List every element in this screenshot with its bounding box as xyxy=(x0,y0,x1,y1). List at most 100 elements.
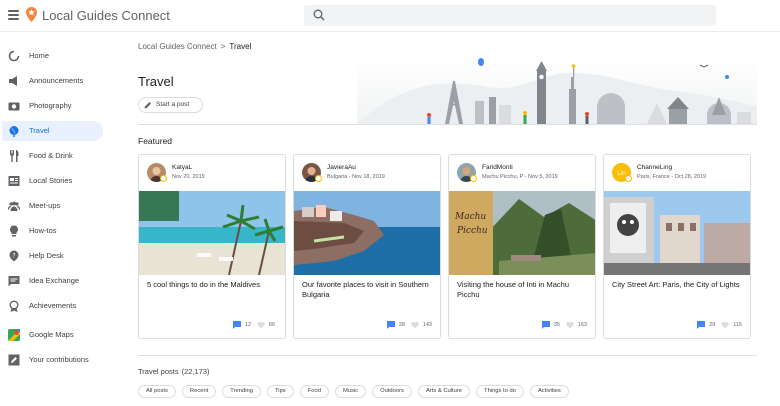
start-post-button[interactable]: Start a post xyxy=(138,97,203,113)
featured-card[interactable]: Lin ChanneLing Paris, France - Oct 28, 2… xyxy=(603,154,751,339)
heart-icon[interactable] xyxy=(721,321,729,329)
card-stats: 35 163 xyxy=(541,320,587,330)
sidebar-item-how-tos[interactable]: How-tos xyxy=(2,221,103,241)
travel-banner-illustration xyxy=(357,57,757,124)
sidebar-item-label: Achievements xyxy=(29,301,77,310)
sidebar-item-home[interactable]: Home xyxy=(2,46,103,66)
card-title[interactable]: Our favorite places to visit in Southern… xyxy=(302,280,434,300)
edit-icon xyxy=(8,354,20,366)
card-author[interactable]: JavieraAu xyxy=(327,164,356,171)
featured-card[interactable]: FaridMonti Machu Picchu, P - Nov 5, 2019… xyxy=(448,154,596,339)
filter-chip-things-to-do[interactable]: Things to do xyxy=(476,385,524,398)
comment-icon[interactable] xyxy=(233,321,241,329)
home-icon xyxy=(8,50,20,62)
featured-card[interactable]: KatyaL Nov 20, 2019 5 cool things to do … xyxy=(138,154,286,339)
maps-icon xyxy=(8,329,20,341)
sidebar-item-label: Food & Drink xyxy=(29,151,73,160)
card-meta: Machu Picchu, P - Nov 5, 2019 xyxy=(482,174,558,180)
card-stats: 28 143 xyxy=(386,320,432,330)
travel-posts-count: (22,173) xyxy=(181,367,210,376)
card-author[interactable]: ChanneLing xyxy=(637,164,672,171)
sidebar-item-your-contributions[interactable]: Your contributions xyxy=(2,350,103,370)
card-author[interactable]: KatyaL xyxy=(172,164,192,171)
level-badge-icon xyxy=(160,175,167,182)
sidebar-item-label: Photography xyxy=(29,101,72,110)
sidebar-item-announcements[interactable]: Announcements xyxy=(2,71,103,91)
sidebar-item-label: Meet-ups xyxy=(29,201,61,210)
search-icon[interactable] xyxy=(313,9,325,21)
comment-icon[interactable] xyxy=(697,321,706,329)
filter-chip-tips[interactable]: Tips xyxy=(266,385,294,398)
filter-chip-music[interactable]: Music xyxy=(334,385,367,398)
sidebar-item-google-maps[interactable]: Google Maps xyxy=(2,325,103,345)
camera-icon xyxy=(8,102,20,111)
card-meta: Bulgaria - Nov 18, 2019 xyxy=(327,174,385,180)
card-photo[interactable] xyxy=(294,191,441,275)
svg-text:Machu: Machu xyxy=(454,212,486,222)
breadcrumb-separator: > xyxy=(220,42,226,51)
start-post-label: Start a post xyxy=(156,101,190,108)
featured-heading: Featured xyxy=(138,136,173,146)
comment-icon[interactable] xyxy=(386,321,395,329)
card-meta: Nov 20, 2019 xyxy=(172,174,205,180)
badge-icon xyxy=(9,300,19,312)
card-photo[interactable] xyxy=(139,191,286,275)
sidebar-item-photography[interactable]: Photography xyxy=(2,96,103,116)
menu-icon[interactable] xyxy=(8,10,19,20)
comment-count: 28 xyxy=(398,322,405,328)
sidebar-item-label: How-tos xyxy=(29,226,57,235)
level-badge-icon xyxy=(625,175,632,182)
pencil-icon xyxy=(144,102,151,109)
card-title[interactable]: Visiting the house of Inti in Machu Picc… xyxy=(457,280,589,300)
filter-chip-trending[interactable]: Trending xyxy=(222,385,261,398)
sidebar-item-local-stories[interactable]: Local Stories xyxy=(2,171,103,191)
comment-count: 12 xyxy=(245,322,252,328)
level-badge-icon xyxy=(315,175,322,182)
svg-text:?: ? xyxy=(12,252,15,259)
divider xyxy=(138,355,757,356)
card-title[interactable]: 5 cool things to do in the Maldives xyxy=(147,280,279,290)
featured-card[interactable]: JavieraAu Bulgaria - Nov 18, 2019 Our fa… xyxy=(293,154,441,339)
filter-chip-recent[interactable]: Recent xyxy=(181,385,217,398)
heart-icon[interactable] xyxy=(411,321,419,329)
card-stats: 29 115 xyxy=(697,320,742,330)
filter-chip-activities[interactable]: Activities xyxy=(529,385,569,398)
comment-count: 29 xyxy=(709,322,716,328)
sidebar-item-label: Your contributions xyxy=(29,355,89,364)
comment-count: 35 xyxy=(553,322,560,328)
sidebar-item-meet-ups[interactable]: Meet-ups xyxy=(2,196,103,216)
sidebar-item-help-desk[interactable]: ? Help Desk xyxy=(2,246,103,266)
heart-icon[interactable] xyxy=(257,321,265,329)
sidebar-item-label: Travel xyxy=(29,126,50,135)
card-title[interactable]: City Street Art: Paris, the City of Ligh… xyxy=(612,280,744,290)
comment-icon[interactable] xyxy=(541,321,550,329)
app-title[interactable]: Local Guides Connect xyxy=(42,8,170,23)
lightbulb-icon xyxy=(10,225,18,237)
megaphone-icon xyxy=(9,76,17,86)
svg-text:Picchu: Picchu xyxy=(456,226,488,236)
sidebar-item-label: Local Stories xyxy=(29,176,73,185)
sidebar-item-label: Idea Exchange xyxy=(29,276,80,285)
sidebar-item-idea-exchange[interactable]: Idea Exchange xyxy=(2,271,103,291)
sidebar-item-label: Help Desk xyxy=(29,251,64,260)
card-author[interactable]: FaridMonti xyxy=(482,164,513,171)
sidebar-item-label: Announcements xyxy=(29,76,84,85)
breadcrumb: Local Guides Connect > Travel xyxy=(138,42,251,51)
travel-posts-label: Travel posts xyxy=(138,367,179,376)
like-count: 115 xyxy=(733,322,742,328)
card-photo[interactable]: Machu Picchu xyxy=(449,191,596,275)
sidebar-item-travel[interactable]: Travel xyxy=(2,121,103,141)
filter-chip-food[interactable]: Food xyxy=(299,385,329,398)
filter-chip-all-posts[interactable]: All posts xyxy=(138,385,176,398)
heart-icon[interactable] xyxy=(566,321,574,329)
filter-chip-arts-culture[interactable]: Arts & Culture xyxy=(417,385,471,398)
sidebar-item-achievements[interactable]: Achievements xyxy=(2,296,103,316)
breadcrumb-root-link[interactable]: Local Guides Connect xyxy=(138,42,217,51)
sidebar-item-food-drink[interactable]: Food & Drink xyxy=(2,146,103,166)
news-icon xyxy=(8,176,20,186)
card-photo[interactable] xyxy=(604,191,751,275)
search-input[interactable] xyxy=(304,5,716,26)
filter-chip-outdoors[interactable]: Outdoors xyxy=(372,385,412,398)
level-badge-icon xyxy=(470,175,477,182)
sidebar-item-label: Google Maps xyxy=(29,330,74,339)
